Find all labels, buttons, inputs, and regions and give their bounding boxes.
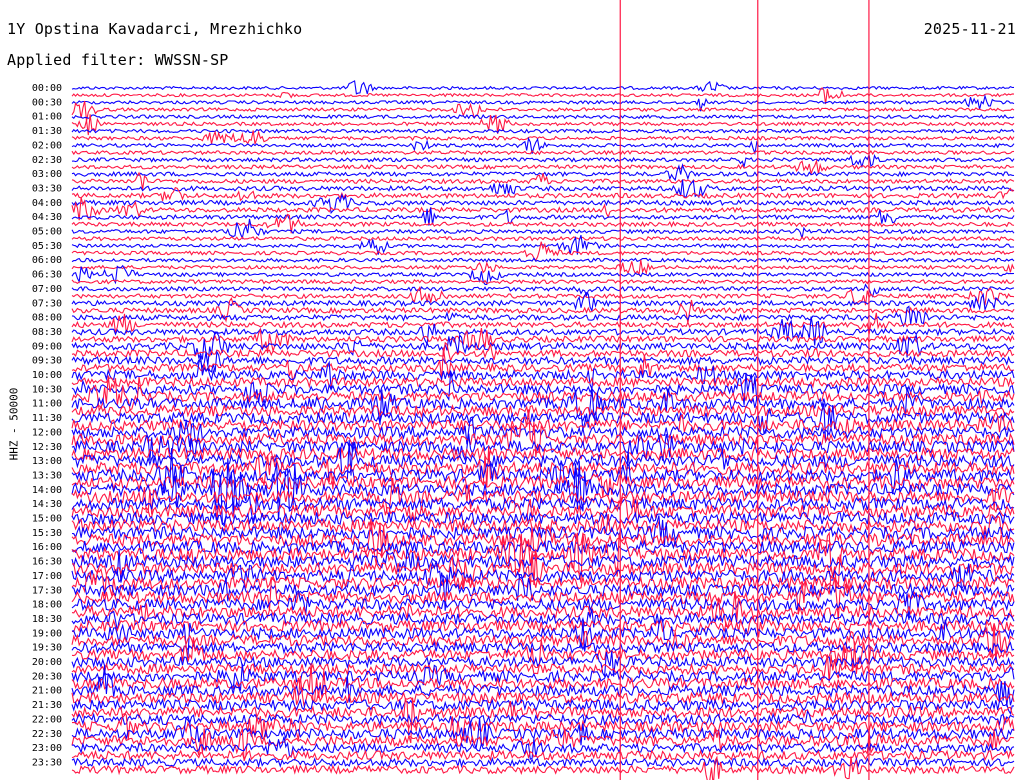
time-label: 02:00 [32, 140, 62, 151]
time-label: 13:00 [32, 456, 62, 467]
time-label: 19:00 [32, 628, 62, 639]
time-label: 10:00 [32, 370, 62, 381]
time-label: 21:00 [32, 686, 62, 697]
trace-line [71, 257, 1015, 263]
time-label: 07:00 [32, 284, 62, 295]
trace-line [71, 113, 1015, 120]
trace-line [71, 128, 1015, 134]
helicorder-plot: 00:00 00:30 01:00 01:30 02:00 02:30 03:00 03:30… [32, 0, 1015, 780]
time-label: 12:00 [32, 427, 62, 438]
time-label: 01:30 [32, 126, 62, 137]
time-label: 06:30 [32, 270, 62, 281]
time-label: 06:00 [32, 255, 62, 266]
time-label: 19:30 [32, 643, 62, 654]
trace-line [71, 375, 1015, 389]
time-label: 09:00 [32, 341, 62, 352]
time-label: 17:30 [32, 585, 62, 596]
trace-line [71, 278, 1015, 285]
trace-line [71, 756, 1015, 769]
time-label: 16:00 [32, 542, 62, 553]
time-label: 04:30 [32, 212, 62, 223]
time-label: 05:30 [32, 241, 62, 252]
trace-line [71, 445, 1015, 490]
time-label: 13:30 [32, 470, 62, 481]
time-label: 20:00 [32, 657, 62, 668]
time-label: 07:30 [32, 298, 62, 309]
time-label: 14:30 [32, 499, 62, 510]
time-label: 11:00 [32, 399, 62, 410]
time-label: 21:30 [32, 700, 62, 711]
time-label: 04:00 [32, 198, 62, 209]
trace-line [71, 152, 1015, 169]
trace-line [71, 727, 1015, 762]
trace-line [71, 755, 1015, 780]
time-label: 10:30 [32, 384, 62, 395]
time-label: 01:00 [32, 112, 62, 123]
time-label: 05:00 [32, 227, 62, 238]
trace-line [71, 218, 1015, 240]
trace-line [71, 235, 1015, 242]
time-labels: 00:00 00:30 01:00 01:30 02:00 02:30 03:00 03:30… [32, 83, 62, 768]
trace-line [71, 80, 1015, 95]
time-label: 22:00 [32, 714, 62, 725]
time-label: 00:30 [32, 97, 62, 108]
time-label: 03:30 [32, 183, 62, 194]
time-label: 23:00 [32, 743, 62, 754]
time-label: 03:00 [32, 169, 62, 180]
time-label: 02:30 [32, 155, 62, 166]
time-label: 00:00 [32, 83, 62, 94]
time-label: 15:00 [32, 514, 62, 525]
time-label: 22:30 [32, 729, 62, 740]
time-label: 17:00 [32, 571, 62, 582]
trace-line [71, 149, 1015, 156]
time-label: 18:30 [32, 614, 62, 625]
time-label: 15:30 [32, 528, 62, 539]
time-label: 09:30 [32, 356, 62, 367]
time-label: 14:00 [32, 485, 62, 496]
time-label: 11:30 [32, 413, 62, 424]
time-label: 08:30 [32, 327, 62, 338]
time-label: 08:00 [32, 313, 62, 324]
time-label: 20:30 [32, 671, 62, 682]
traces [71, 80, 1015, 780]
trace-line [71, 749, 1015, 762]
time-label: 12:30 [32, 442, 62, 453]
time-label: 18:00 [32, 600, 62, 611]
time-label: 16:30 [32, 557, 62, 568]
time-label: 23:30 [32, 757, 62, 768]
